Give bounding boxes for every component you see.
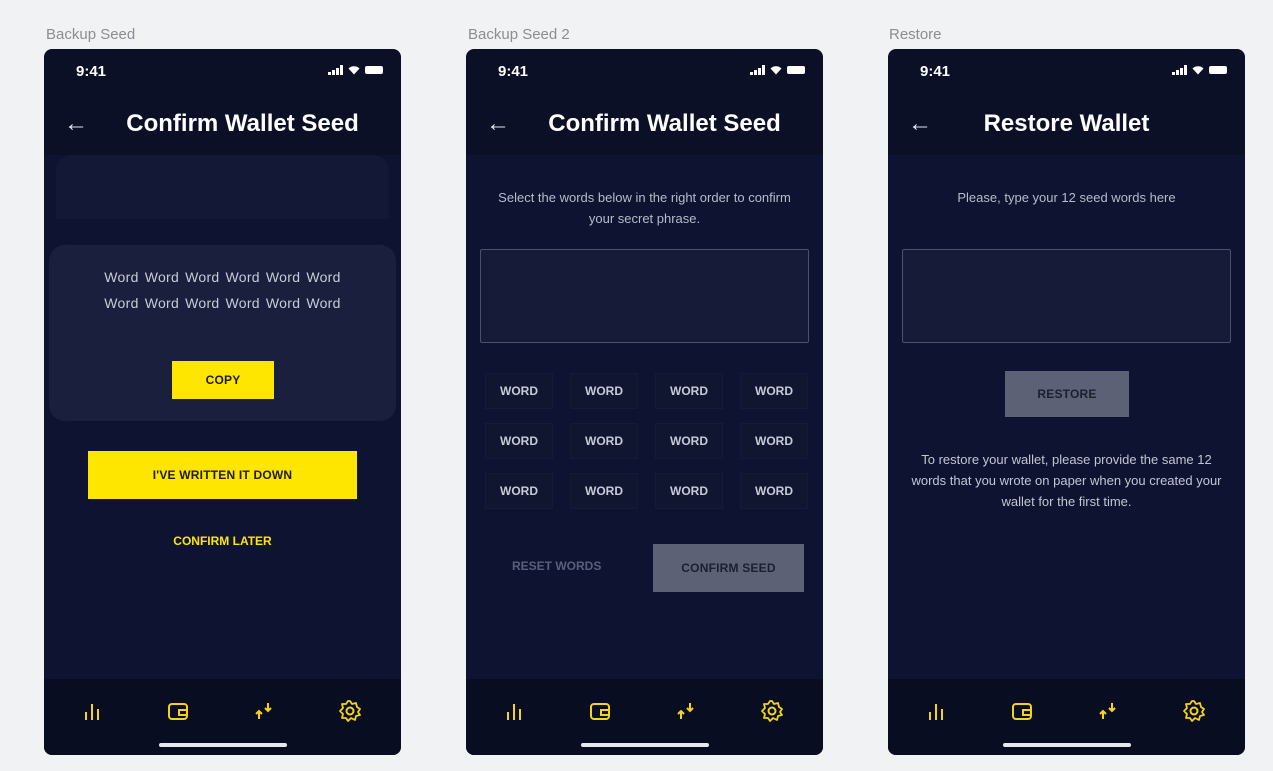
word-chip[interactable]: WORD — [570, 423, 638, 459]
transfer-icon[interactable] — [1096, 699, 1120, 723]
phone-restore: 9:41 ← Restore Wallet Please, type your … — [888, 49, 1245, 755]
word-chip[interactable]: WORD — [570, 473, 638, 509]
phone-backup-seed-2: 9:41 ← Confirm Wallet Seed Select the wo… — [466, 49, 823, 755]
transfer-icon[interactable] — [674, 699, 698, 723]
restore-button[interactable]: RESTORE — [1005, 371, 1129, 417]
tab-bar — [466, 679, 823, 755]
header: ← Confirm Wallet Seed — [466, 105, 823, 145]
status-bar: 9:41 — [76, 63, 383, 83]
battery-icon — [365, 66, 383, 74]
seed-phrase-input[interactable] — [480, 249, 809, 343]
seed-word: Word — [104, 269, 139, 285]
word-chip[interactable]: WORD — [740, 473, 808, 509]
seed-words-row-2: Word Word Word Word Word Word — [49, 295, 396, 311]
seed-word: Word — [185, 295, 220, 311]
panel-header — [56, 155, 389, 219]
seed-card: Word Word Word Word Word Word Word Word Word Wor… — [49, 245, 396, 421]
word-chip[interactable]: WORD — [655, 373, 723, 409]
word-chip[interactable]: WORD — [740, 373, 808, 409]
instruction-text: Select the words below in the right orde… — [498, 190, 791, 226]
wifi-icon — [1192, 66, 1204, 75]
status-time: 9:41 — [76, 63, 107, 80]
tab-bar — [44, 679, 401, 755]
seed-word: Word — [225, 295, 260, 311]
frame-label: Restore — [889, 26, 942, 43]
wallet-icon[interactable] — [1010, 699, 1034, 723]
status-time: 9:41 — [920, 63, 951, 80]
stats-icon[interactable] — [924, 699, 948, 723]
tab-bar — [888, 679, 1245, 755]
seed-word: Word — [185, 269, 220, 285]
seed-word: Word — [306, 269, 341, 285]
word-chip[interactable]: WORD — [570, 373, 638, 409]
transfer-icon[interactable] — [252, 699, 276, 723]
content-panel — [888, 155, 1245, 679]
settings-icon[interactable] — [760, 699, 784, 723]
content-panel — [466, 155, 823, 679]
seed-word: Word — [144, 269, 180, 285]
wallet-icon[interactable] — [166, 699, 190, 723]
signal-icon — [328, 65, 343, 75]
seed-word: Word — [225, 269, 260, 285]
page-title: Confirm Wallet Seed — [126, 110, 359, 137]
seed-word: Word — [265, 269, 301, 285]
wallet-icon[interactable] — [588, 699, 612, 723]
wifi-icon — [348, 66, 360, 75]
word-chip[interactable]: WORD — [485, 423, 553, 459]
confirm-seed-button[interactable]: CONFIRM SEED — [653, 544, 804, 592]
signal-icon — [1172, 65, 1187, 75]
word-chip[interactable]: WORD — [740, 423, 808, 459]
home-indicator — [580, 743, 709, 747]
wifi-icon — [770, 66, 782, 75]
seed-word: Word — [306, 295, 341, 311]
seed-words-input[interactable] — [902, 249, 1231, 343]
settings-icon[interactable] — [338, 699, 362, 723]
seed-words-row-1: Word Word Word Word Word Word — [49, 269, 396, 285]
home-indicator — [158, 743, 287, 747]
reset-words-button[interactable]: RESET WORDS — [512, 559, 601, 573]
home-indicator — [1002, 743, 1131, 747]
frame-label: Backup Seed 2 — [468, 26, 570, 43]
phone-backup-seed: 9:41 ← Confirm Wallet Seed Word Word Word W… — [44, 49, 401, 755]
copy-button[interactable]: COPY — [172, 361, 274, 399]
status-time: 9:41 — [498, 63, 529, 80]
seed-word: Word — [265, 295, 301, 311]
stats-icon[interactable] — [80, 699, 104, 723]
settings-icon[interactable] — [1182, 699, 1206, 723]
status-bar: 9:41 — [920, 63, 1227, 83]
word-chip[interactable]: WORD — [485, 373, 553, 409]
frame-label: Backup Seed — [46, 26, 136, 43]
header: ← Restore Wallet — [888, 105, 1245, 145]
instruction-text: Please, type your 12 seed words here — [957, 190, 1176, 205]
page-title: Confirm Wallet Seed — [548, 110, 781, 137]
page-title: Restore Wallet — [983, 110, 1150, 137]
word-chip[interactable]: WORD — [655, 473, 723, 509]
signal-icon — [750, 65, 765, 75]
status-bar: 9:41 — [498, 63, 805, 83]
seed-word: Word — [104, 295, 139, 311]
word-chip[interactable]: WORD — [485, 473, 553, 509]
restore-description: To restore your wallet, please provide t… — [911, 452, 1222, 509]
confirm-later-link[interactable]: CONFIRM LATER — [44, 534, 401, 548]
word-chip[interactable]: WORD — [655, 423, 723, 459]
written-it-down-button[interactable]: I'VE WRITTEN IT DOWN — [88, 451, 357, 499]
battery-icon — [787, 66, 805, 74]
header: ← Confirm Wallet Seed — [44, 105, 401, 145]
seed-word: Word — [144, 295, 180, 311]
battery-icon — [1209, 66, 1227, 74]
stats-icon[interactable] — [502, 699, 526, 723]
